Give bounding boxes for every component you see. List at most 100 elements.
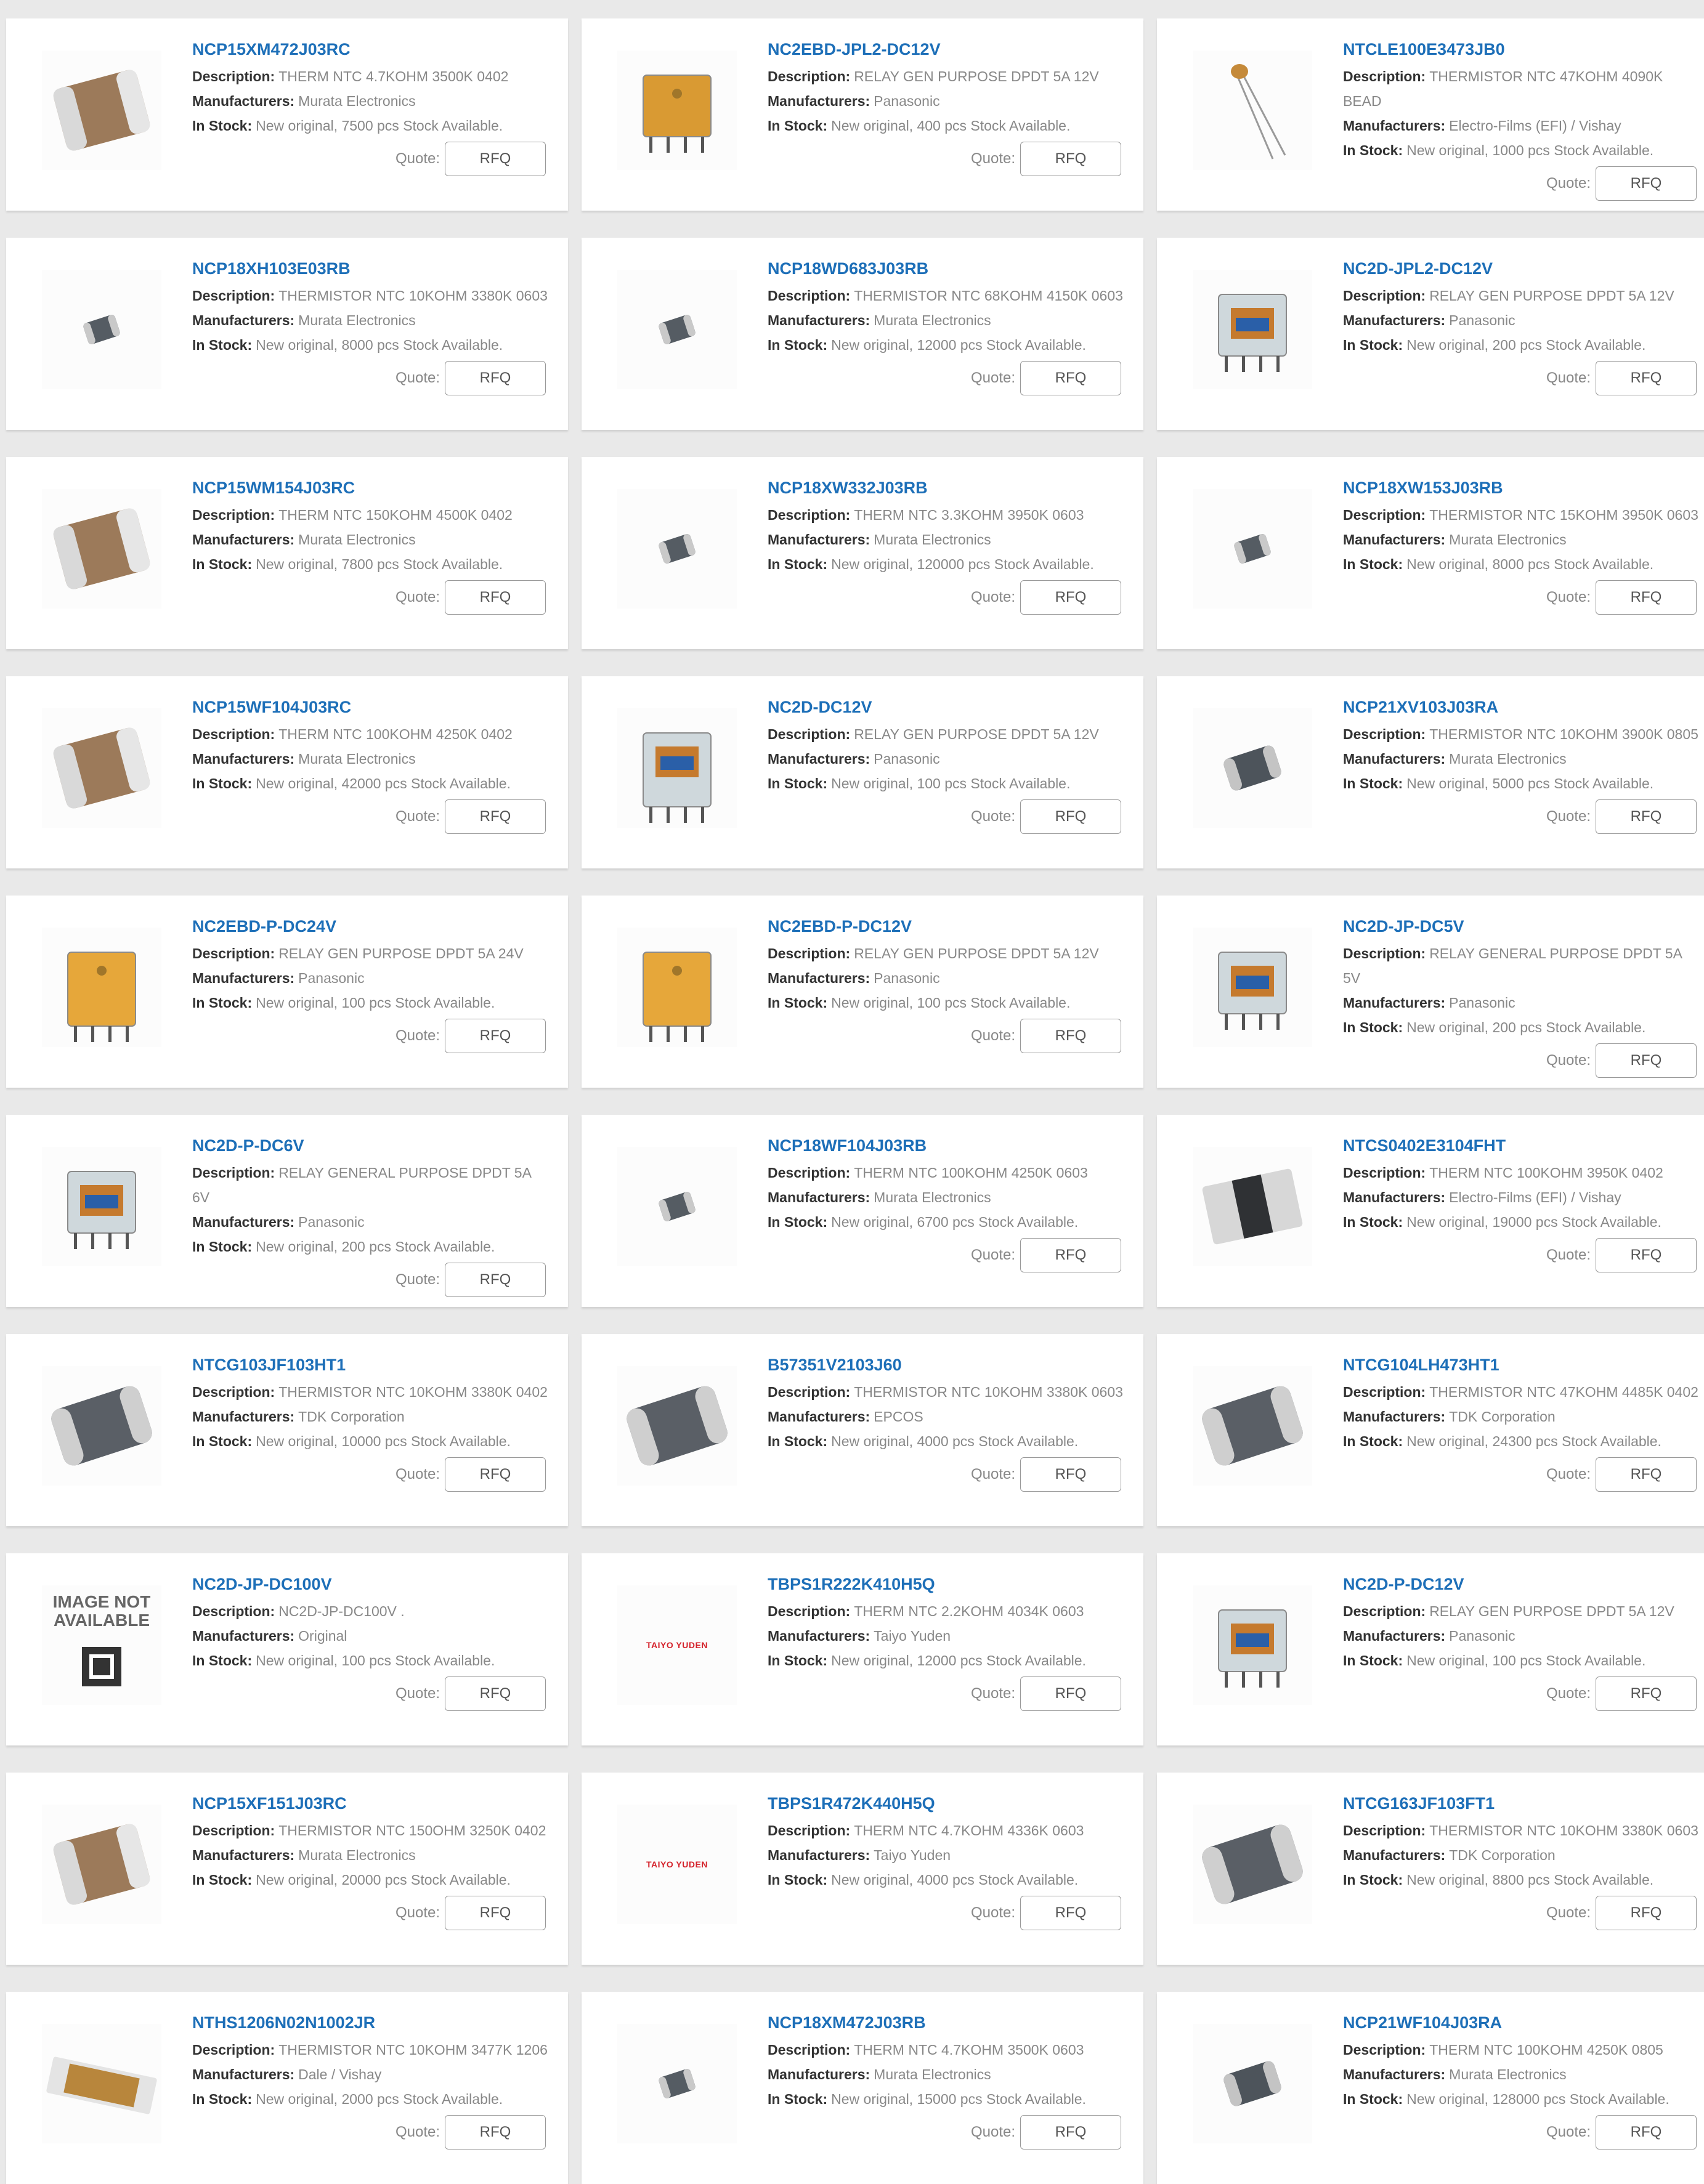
part-number-link[interactable]: NC2D-JP-DC5V [1343, 915, 1700, 937]
part-number-link[interactable]: NC2D-P-DC12V [1343, 1573, 1700, 1595]
rfq-button[interactable]: RFQ [1020, 799, 1121, 834]
flat-chip-image[interactable] [42, 2024, 161, 2143]
part-number-link[interactable]: NCP18WD683J03RB [768, 257, 1125, 280]
manufacturer-line: Manufacturers: Murata Electronics [1343, 746, 1700, 771]
manufacturer-line: Manufacturers: Murata Electronics [768, 527, 1125, 552]
large-chip-image[interactable] [617, 1366, 737, 1486]
part-number-link[interactable]: NCP18XW153J03RB [1343, 477, 1700, 499]
rfq-button[interactable]: RFQ [1020, 1457, 1121, 1492]
product-card-3: NTCLE100E3473JB0 Description: THERMISTOR … [1157, 18, 1704, 211]
medium-chip-image[interactable] [1193, 708, 1312, 828]
relay-flat-clear-image[interactable] [1193, 928, 1312, 1047]
part-number-link[interactable]: NTCLE100E3473JB0 [1343, 38, 1700, 60]
rfq-button[interactable]: RFQ [1020, 580, 1121, 615]
small-chip-image[interactable] [617, 1147, 737, 1266]
rfq-button[interactable]: RFQ [1596, 1238, 1697, 1272]
relay-clear-image[interactable] [42, 1147, 161, 1266]
mlcc-chip-image[interactable] [42, 1805, 161, 1924]
part-number-link[interactable]: NTCG163JF103FT1 [1343, 1792, 1700, 1814]
part-number-link[interactable]: TBPS1R222K410H5Q [768, 1573, 1125, 1595]
rfq-button[interactable]: RFQ [445, 361, 546, 395]
rfq-button[interactable]: RFQ [1596, 580, 1697, 615]
description-label: Description: [192, 288, 275, 304]
mlcc-chip-image[interactable] [42, 51, 161, 170]
rfq-button[interactable]: RFQ [1020, 1896, 1121, 1930]
small-chip-image[interactable] [42, 270, 161, 389]
large-chip-image[interactable] [42, 1366, 161, 1486]
stock-label: In Stock: [768, 1872, 828, 1888]
rfq-button[interactable]: RFQ [1020, 142, 1121, 176]
part-number-link[interactable]: NC2D-JPL2-DC12V [1343, 257, 1700, 280]
part-number-link[interactable]: NCP18XM472J03RB [768, 2012, 1125, 2034]
part-number-link[interactable]: NCP15XM472J03RC [192, 38, 550, 60]
description-value: THERM NTC 100KOHM 4250K 0805 [1429, 2042, 1663, 2058]
rfq-button[interactable]: RFQ [1596, 799, 1697, 834]
part-number-link[interactable]: NC2D-P-DC6V [192, 1134, 550, 1157]
rfq-button[interactable]: RFQ [1020, 1019, 1121, 1053]
manufacturer-value: Electro-Films (EFI) / Vishay [1449, 118, 1621, 134]
rfq-button[interactable]: RFQ [445, 799, 546, 834]
brand-logo-image[interactable]: TAIYO YUDEN [617, 1585, 737, 1705]
quote-row: Quote: RFQ [768, 580, 1121, 615]
rfq-button[interactable]: RFQ [445, 1263, 546, 1297]
relay-yellow-image[interactable] [42, 928, 161, 1047]
part-number-link[interactable]: NCP15WF104J03RC [192, 696, 550, 718]
part-number-link[interactable]: NC2EBD-P-DC24V [192, 915, 550, 937]
small-chip-image[interactable] [617, 2024, 737, 2143]
rfq-button[interactable]: RFQ [1020, 2115, 1121, 2150]
part-number-link[interactable]: NTCG103JF103HT1 [192, 1354, 550, 1376]
brand-logo-image[interactable]: TAIYO YUDEN [617, 1805, 737, 1924]
manufacturer-label: Manufacturers: [1343, 118, 1446, 134]
part-number-link[interactable]: NCP15XF151J03RC [192, 1792, 550, 1814]
part-number-link[interactable]: NC2D-DC12V [768, 696, 1125, 718]
relay-clear-image[interactable] [1193, 1585, 1312, 1705]
rfq-button[interactable]: RFQ [445, 142, 546, 176]
rfq-button[interactable]: RFQ [1596, 1457, 1697, 1492]
rfq-button[interactable]: RFQ [1020, 361, 1121, 395]
part-number-link[interactable]: NCP15WM154J03RC [192, 477, 550, 499]
rfq-button[interactable]: RFQ [1596, 166, 1697, 201]
stock-label: In Stock: [192, 118, 253, 134]
rfq-button[interactable]: RFQ [445, 2115, 546, 2150]
part-number-link[interactable]: NCP18WF104J03RB [768, 1134, 1125, 1157]
rfq-button[interactable]: RFQ [445, 1676, 546, 1711]
small-chip-image[interactable] [617, 489, 737, 609]
black-chip-image[interactable] [1193, 1147, 1312, 1266]
part-number-link[interactable]: NCP18XW332J03RB [768, 477, 1125, 499]
rfq-button[interactable]: RFQ [445, 580, 546, 615]
rfq-button[interactable]: RFQ [1596, 2115, 1697, 2150]
rfq-button[interactable]: RFQ [445, 1457, 546, 1492]
relay-flat-yellow-image[interactable] [617, 51, 737, 170]
mlcc-chip-image[interactable] [42, 708, 161, 828]
part-number-link[interactable]: NCP18XH103E03RB [192, 257, 550, 280]
part-number-link[interactable]: NTCS0402E3104FHT [1343, 1134, 1700, 1157]
mlcc-chip-image[interactable] [42, 489, 161, 609]
rfq-button[interactable]: RFQ [445, 1019, 546, 1053]
small-chip-image[interactable] [1193, 489, 1312, 609]
large-chip-image[interactable] [1193, 1366, 1312, 1486]
relay-yellow-image[interactable] [617, 928, 737, 1047]
part-number-link[interactable]: NCP21XV103J03RA [1343, 696, 1700, 718]
rfq-button[interactable]: RFQ [1596, 1043, 1697, 1078]
part-number-link[interactable]: NCP21WF104J03RA [1343, 2012, 1700, 2034]
part-number-link[interactable]: NTCG104LH473HT1 [1343, 1354, 1700, 1376]
rfq-button[interactable]: RFQ [445, 1896, 546, 1930]
rfq-button[interactable]: RFQ [1596, 1676, 1697, 1711]
not-available-image[interactable]: IMAGE NOT AVAILABLE [42, 1585, 161, 1705]
part-number-link[interactable]: NTHS1206N02N1002JR [192, 2012, 550, 2034]
medium-chip-image[interactable] [1193, 2024, 1312, 2143]
relay-clear-image[interactable] [1193, 270, 1312, 389]
rfq-button[interactable]: RFQ [1596, 1896, 1697, 1930]
part-number-link[interactable]: B57351V2103J60 [768, 1354, 1125, 1376]
rfq-button[interactable]: RFQ [1020, 1238, 1121, 1272]
part-number-link[interactable]: NC2EBD-JPL2-DC12V [768, 38, 1125, 60]
rfq-button[interactable]: RFQ [1020, 1676, 1121, 1711]
rfq-button[interactable]: RFQ [1596, 361, 1697, 395]
relay-clear-tall-image[interactable] [617, 708, 737, 828]
large-chip-image[interactable] [1193, 1805, 1312, 1924]
bead-thermistor-image[interactable] [1193, 51, 1312, 170]
small-chip-image[interactable] [617, 270, 737, 389]
part-number-link[interactable]: NC2EBD-P-DC12V [768, 915, 1125, 937]
part-number-link[interactable]: TBPS1R472K440H5Q [768, 1792, 1125, 1814]
part-number-link[interactable]: NC2D-JP-DC100V [192, 1573, 550, 1595]
